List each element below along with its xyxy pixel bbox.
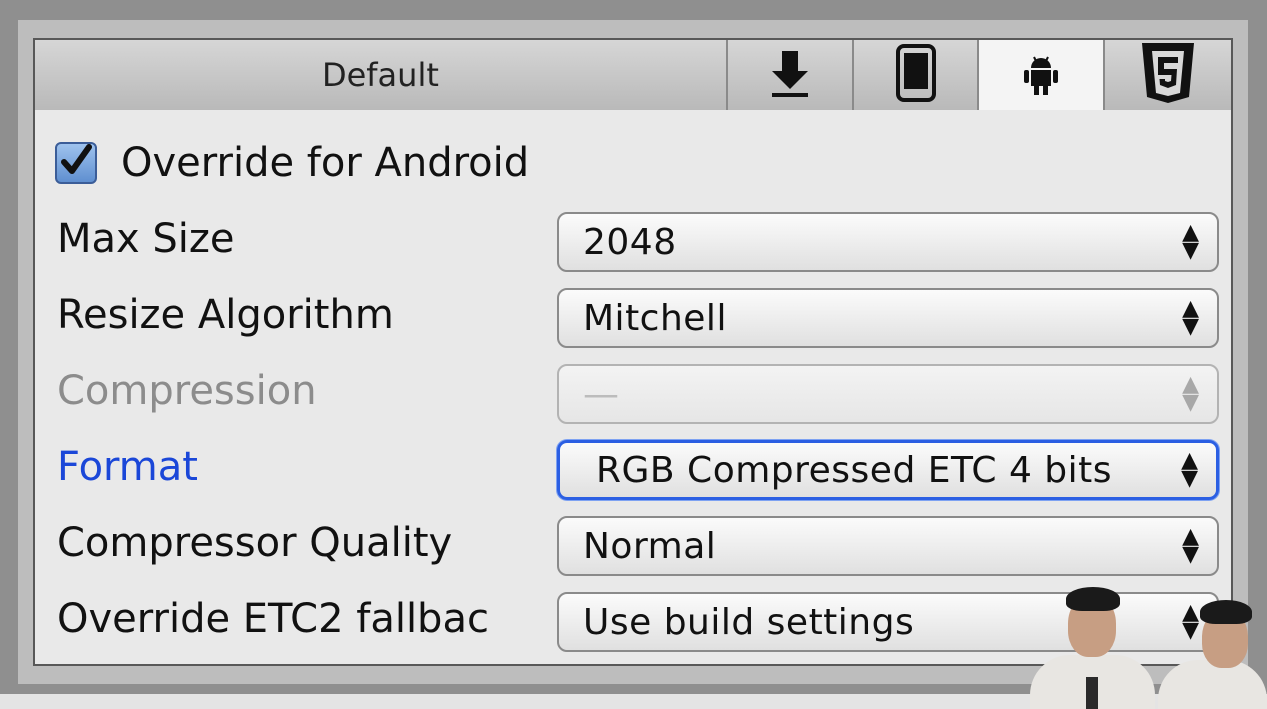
max-size-row: Max Size 2048 ▲ ▼ [35, 212, 1231, 274]
override-checkbox[interactable] [55, 142, 97, 184]
format-value: RGB Compressed ETC 4 bits [596, 449, 1113, 491]
compressor-quality-dropdown[interactable]: Normal ▲ ▼ [557, 516, 1219, 576]
tab-standalone[interactable] [727, 40, 854, 110]
compressor-quality-row: Compressor Quality Normal ▲ ▼ [35, 516, 1231, 578]
tab-default-label: Default [321, 56, 439, 94]
resize-algorithm-row: Resize Algorithm Mitchell ▲ ▼ [35, 288, 1231, 350]
download-icon [768, 45, 812, 105]
tab-android[interactable] [979, 40, 1106, 114]
resize-algorithm-label: Resize Algorithm [57, 292, 394, 338]
compressor-quality-value: Normal [583, 525, 717, 567]
up-down-arrows-icon: ▲ ▼ [1182, 296, 1199, 339]
compression-dropdown: — ▲ ▼ [557, 364, 1219, 424]
tab-default[interactable]: Default [35, 40, 728, 110]
max-size-dropdown[interactable]: 2048 ▲ ▼ [557, 212, 1219, 272]
html5-icon [1140, 41, 1196, 109]
up-down-arrows-icon: ▲ ▼ [1182, 372, 1199, 415]
compressor-quality-label: Compressor Quality [57, 520, 453, 566]
compression-value: — [583, 373, 620, 415]
override-etc2-fallback-value: Use build settings [583, 601, 915, 643]
format-label: Format [57, 444, 198, 490]
checkmark-icon [59, 144, 93, 182]
max-size-value: 2048 [583, 221, 677, 263]
presenter-right-video [1158, 598, 1267, 709]
mobile-device-icon [895, 44, 936, 106]
up-down-arrows-icon: ▲ ▼ [1182, 524, 1199, 567]
compression-row: Compression — ▲ ▼ [35, 364, 1231, 426]
format-dropdown[interactable]: RGB Compressed ETC 4 bits ▲ ▼ [557, 440, 1219, 500]
up-down-arrows-icon: ▲ ▼ [1182, 220, 1199, 263]
resize-algorithm-dropdown[interactable]: Mitchell ▲ ▼ [557, 288, 1219, 348]
resize-algorithm-value: Mitchell [583, 297, 727, 339]
override-for-android-toggle[interactable]: Override for Android [55, 140, 529, 186]
presenter-left-video [1030, 585, 1155, 709]
settings-content: Override for Android Max Size 2048 ▲ ▼ Re… [35, 110, 1231, 664]
format-row: Format RGB Compressed ETC 4 bits ▲ ▼ [35, 440, 1231, 502]
up-down-arrows-icon: ▲ ▼ [1181, 448, 1198, 491]
tab-webgl[interactable] [1105, 40, 1232, 110]
override-label: Override for Android [121, 140, 530, 186]
platform-settings-panel: Default Override for Android Max Size 20… [33, 38, 1233, 666]
compression-label: Compression [57, 368, 317, 414]
platform-tab-bar: Default [35, 40, 1232, 114]
max-size-label: Max Size [57, 216, 235, 262]
android-icon [1023, 54, 1059, 100]
override-etc2-fallback-label: Override ETC2 fallbac [57, 596, 489, 642]
tab-ios[interactable] [853, 40, 980, 110]
